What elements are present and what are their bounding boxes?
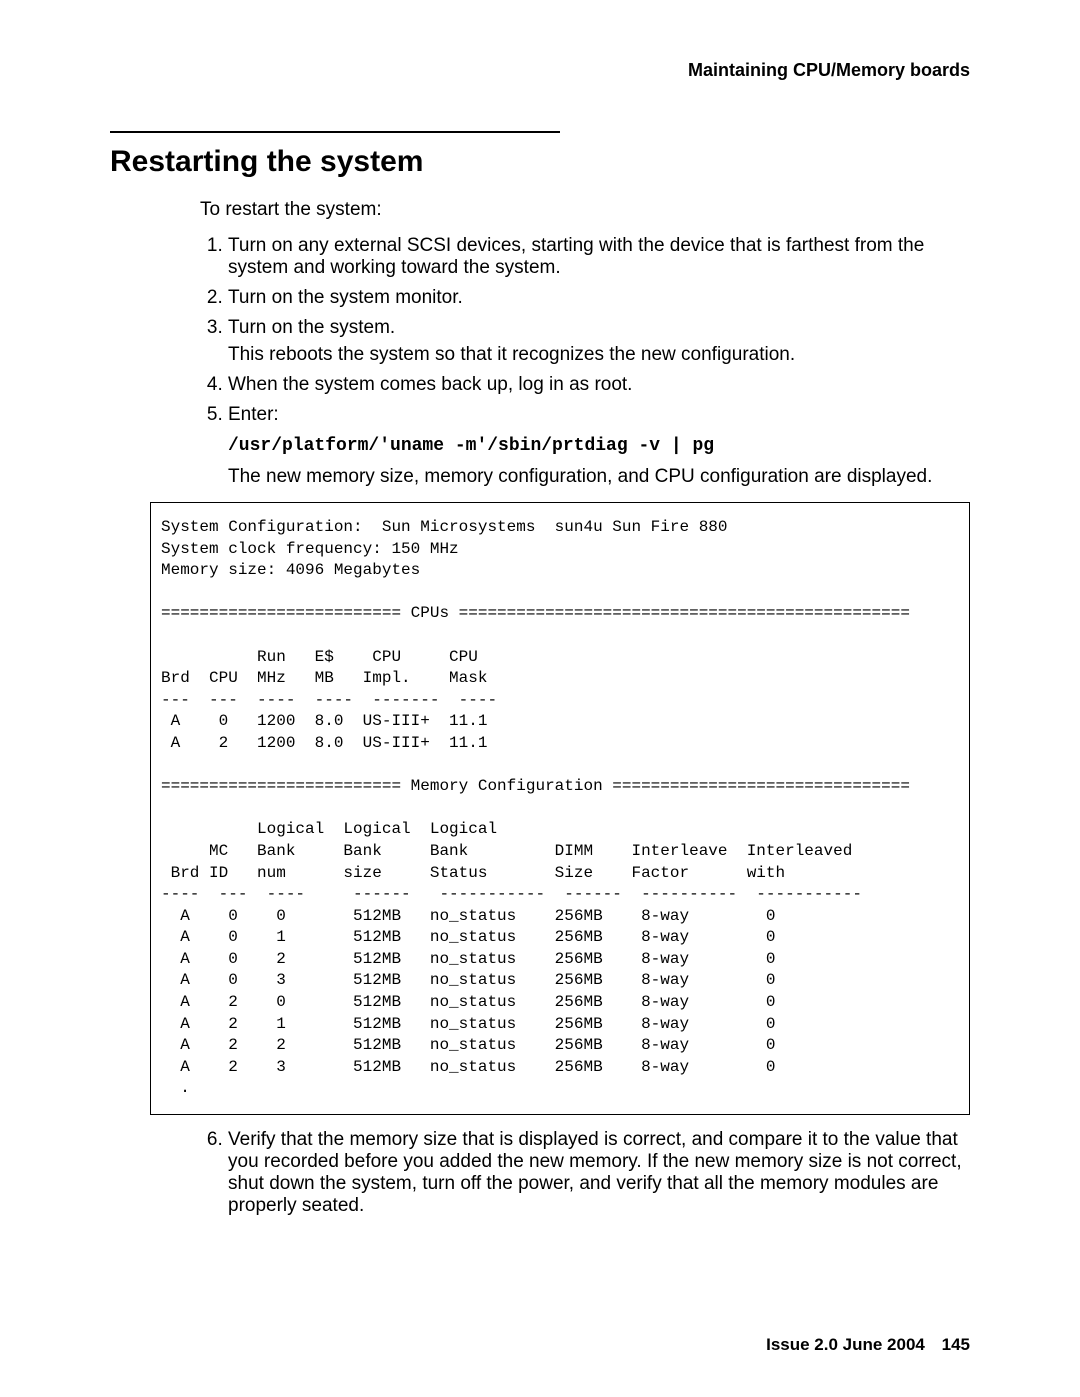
step-3-sub: This reboots the system so that it recog… — [228, 344, 970, 366]
page: Maintaining CPU/Memory boards Restarting… — [0, 0, 1080, 1397]
body-content: To restart the system: Turn on any exter… — [200, 199, 970, 488]
step-6: Verify that the memory size that is disp… — [228, 1129, 970, 1217]
running-header: Maintaining CPU/Memory boards — [110, 60, 970, 81]
step-5-after: The new memory size, memory configuratio… — [228, 466, 932, 487]
section-title: Restarting the system — [110, 145, 970, 179]
lead-text: To restart the system: — [200, 199, 970, 221]
step-list: Turn on any external SCSI devices, start… — [200, 235, 970, 488]
step-4: When the system comes back up, log in as… — [228, 374, 970, 396]
step-5: Enter: /usr/platform/'uname -m'/sbin/prt… — [228, 404, 970, 488]
step-5-text: Enter: — [228, 404, 279, 425]
step-list-cont: Verify that the memory size that is disp… — [200, 1129, 970, 1217]
section-rule — [110, 131, 560, 133]
body-content-after: Verify that the memory size that is disp… — [200, 1129, 970, 1217]
footer-issue: Issue 2.0 June 2004 — [766, 1335, 925, 1354]
step-3: Turn on the system. This reboots the sys… — [228, 317, 970, 366]
step-3-text: Turn on the system. — [228, 317, 395, 338]
page-footer: Issue 2.0 June 2004 145 — [766, 1335, 970, 1355]
step-5-command: /usr/platform/'uname -m'/sbin/prtdiag -v… — [228, 436, 970, 456]
footer-page-number: 145 — [942, 1335, 970, 1354]
step-1: Turn on any external SCSI devices, start… — [228, 235, 970, 279]
terminal-output: System Configuration: Sun Microsystems s… — [150, 502, 970, 1115]
step-2: Turn on the system monitor. — [228, 287, 970, 309]
